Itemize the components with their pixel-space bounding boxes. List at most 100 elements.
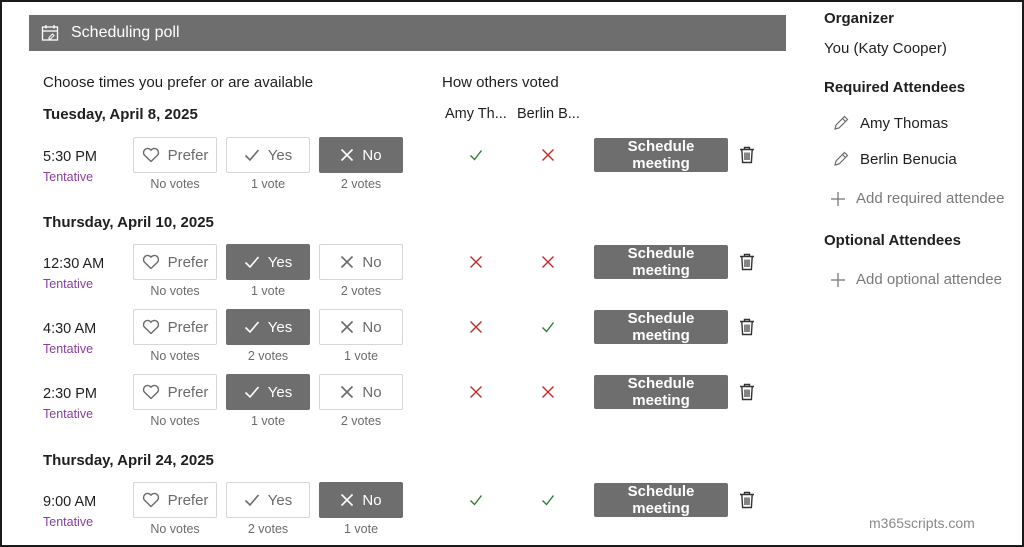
prefer-button[interactable]: Prefer [133, 244, 217, 280]
add-optional-attendee-button[interactable]: Add optional attendee [830, 271, 1002, 288]
amy-vote-check-icon [470, 150, 483, 161]
yes-button[interactable]: Yes [226, 309, 310, 345]
prefer-button[interactable]: Prefer [133, 309, 217, 345]
poll-title: Scheduling poll [71, 24, 180, 41]
plus-icon [831, 272, 845, 287]
others-voted-heading: How others voted [442, 74, 559, 91]
yes-button[interactable]: Yes [226, 244, 310, 280]
no-button[interactable]: No [319, 309, 403, 345]
time-slot-row: 4:30 AM Tentative Prefer Yes No No votes… [0, 309, 800, 365]
required-attendee-name: Berlin Benucia [860, 150, 957, 168]
choose-times-heading: Choose times you prefer or are available [43, 74, 314, 91]
no-button[interactable]: No [319, 482, 403, 518]
x-icon [341, 148, 354, 162]
pencil-icon [834, 115, 849, 130]
prefer-button[interactable]: Prefer [133, 137, 217, 173]
tentative-label: Tentative [43, 407, 94, 421]
yes-vote-count: 1 vote [250, 177, 286, 191]
no-vote-count: 1 vote [343, 522, 379, 536]
yes-vote-count: 2 votes [247, 522, 289, 536]
yes-button[interactable]: Yes [226, 137, 310, 173]
heart-icon [142, 492, 159, 508]
no-vote-count: 2 votes [340, 177, 382, 191]
tentative-label: Tentative [43, 277, 94, 291]
schedule-meeting-button[interactable]: Schedule meeting [594, 483, 728, 517]
heart-icon [142, 147, 159, 163]
yes-label: Yes [267, 146, 293, 164]
berlin-vote-check-icon [542, 495, 555, 506]
organizer-name: You (Katy Cooper) [824, 40, 947, 57]
prefer-vote-count: No votes [150, 284, 200, 298]
required-attendees-heading: Required Attendees [824, 79, 966, 96]
check-icon [244, 321, 259, 334]
delete-icon[interactable] [739, 146, 755, 164]
no-vote-count: 1 vote [343, 349, 379, 363]
delete-icon[interactable] [739, 253, 755, 271]
no-button[interactable]: No [319, 374, 403, 410]
no-label: No [362, 146, 382, 164]
no-label: No [362, 253, 382, 271]
no-button[interactable]: No [319, 137, 403, 173]
schedule-meeting-button[interactable]: Schedule meeting [594, 310, 728, 344]
yes-button[interactable]: Yes [226, 374, 310, 410]
amy-vote-x-icon [470, 321, 482, 333]
prefer-button[interactable]: Prefer [133, 482, 217, 518]
voter-name-amy: Amy Th... [445, 106, 507, 122]
calendar-poll-icon [41, 25, 59, 41]
prefer-label: Prefer [167, 491, 209, 509]
schedule-meeting-button[interactable]: Schedule meeting [594, 245, 728, 279]
x-icon [341, 320, 354, 334]
yes-vote-count: 1 vote [250, 414, 286, 428]
required-attendee-amy[interactable]: Amy Thomas [832, 114, 948, 132]
prefer-label: Prefer [167, 146, 209, 164]
date-heading: Thursday, April 24, 2025 [43, 452, 214, 469]
delete-icon[interactable] [739, 318, 755, 336]
delete-icon[interactable] [739, 491, 755, 509]
prefer-vote-count: No votes [150, 522, 200, 536]
slot-time: 2:30 PM [43, 386, 97, 402]
tentative-label: Tentative [43, 342, 94, 356]
berlin-vote-check-icon [542, 322, 555, 333]
prefer-label: Prefer [167, 383, 209, 401]
amy-vote-check-icon [470, 495, 483, 506]
prefer-button[interactable]: Prefer [133, 374, 217, 410]
amy-vote-x-icon [470, 386, 482, 398]
add-optional-label: Add optional attendee [856, 271, 1002, 288]
prefer-label: Prefer [167, 253, 209, 271]
no-vote-count: 2 votes [340, 284, 382, 298]
poll-header: Scheduling poll [29, 15, 786, 51]
slot-time: 5:30 PM [43, 149, 97, 165]
check-icon [244, 149, 259, 162]
berlin-vote-x-icon [542, 256, 554, 268]
add-required-attendee-button[interactable]: Add required attendee [830, 190, 1004, 207]
no-button[interactable]: No [319, 244, 403, 280]
required-attendee-name: Amy Thomas [860, 114, 949, 132]
time-slot-row: 5:30 PM Tentative Prefer Yes No No votes… [0, 137, 800, 193]
organizer-heading: Organizer [824, 10, 895, 27]
required-attendee-berlin[interactable]: Berlin Benucia [832, 150, 957, 168]
yes-vote-count: 2 votes [247, 349, 289, 363]
date-heading: Thursday, April 10, 2025 [43, 214, 214, 231]
pencil-icon [834, 151, 849, 166]
schedule-meeting-button[interactable]: Schedule meeting [594, 375, 728, 409]
delete-icon[interactable] [739, 383, 755, 401]
add-required-label: Add required attendee [856, 190, 1005, 207]
slot-time: 12:30 AM [43, 256, 105, 272]
no-vote-count: 2 votes [340, 414, 382, 428]
no-label: No [362, 318, 382, 336]
yes-button[interactable]: Yes [226, 482, 310, 518]
date-heading: Tuesday, April 8, 2025 [43, 106, 198, 123]
optional-attendees-heading: Optional Attendees [824, 232, 961, 249]
berlin-vote-x-icon [542, 386, 554, 398]
time-slot-row: 12:30 AM Tentative Prefer Yes No No vote… [0, 244, 800, 300]
schedule-meeting-button[interactable]: Schedule meeting [594, 138, 728, 172]
check-icon [244, 494, 259, 507]
berlin-vote-x-icon [542, 149, 554, 161]
x-icon [341, 385, 354, 399]
x-icon [341, 255, 354, 269]
tentative-label: Tentative [43, 515, 94, 529]
check-icon [244, 386, 259, 399]
yes-label: Yes [267, 383, 293, 401]
plus-icon [831, 191, 845, 206]
heart-icon [142, 319, 159, 335]
